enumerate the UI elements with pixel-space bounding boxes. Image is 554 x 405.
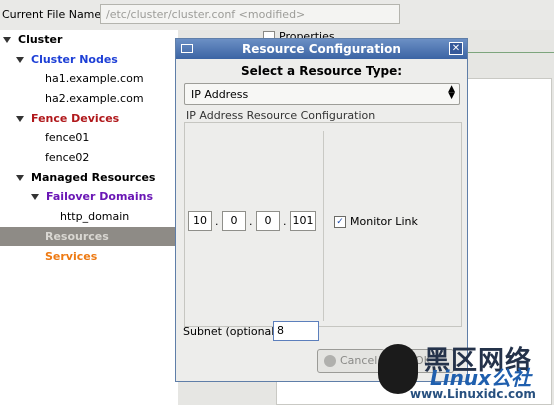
tree-item-label: Failover Domains: [46, 190, 153, 203]
ip-dot: .: [283, 215, 287, 228]
file-name-bar: Current File Name: /etc/cluster/cluster.…: [0, 0, 554, 31]
expand-triangle-icon[interactable]: [3, 37, 11, 43]
monitor-link-checkbox[interactable]: ✓ Monitor Link: [334, 215, 418, 228]
checkmark-icon[interactable]: ✓: [334, 216, 346, 228]
cancel-button-label: Cancel: [340, 354, 378, 367]
tree-item-failover-domains[interactable]: Failover Domains: [31, 187, 153, 206]
ip-config-group-label: IP Address Resource Configuration: [184, 109, 378, 122]
tree-item-resources[interactable]: Resources: [0, 227, 178, 246]
tree-item-fence02[interactable]: fence02: [45, 148, 89, 167]
ip-dot: .: [215, 215, 219, 228]
tree-item-node-ha1[interactable]: ha1.example.com: [45, 69, 144, 88]
site-watermark: 黑区网络 Linux公社 www.Linuxidc.com: [378, 340, 554, 405]
tree-item-cluster[interactable]: Cluster: [3, 30, 62, 49]
ip-octet-2-input[interactable]: 0: [222, 211, 246, 231]
tree-item-http-domain[interactable]: http_domain: [60, 207, 129, 226]
tree-item-node-ha2[interactable]: ha2.example.com: [45, 89, 144, 108]
subnet-input[interactable]: 8: [273, 321, 319, 341]
ip-octet-4-input[interactable]: 101: [290, 211, 316, 231]
resource-type-select[interactable]: IP Address ▲ ▼: [184, 83, 460, 105]
ip-dot: .: [249, 215, 253, 228]
tree-item-label: ha2.example.com: [45, 92, 144, 105]
file-name-label: Current File Name:: [2, 8, 105, 21]
resource-configuration-dialog: Resource Configuration ✕ Select a Resour…: [175, 38, 468, 382]
cancel-button[interactable]: Cancel: [317, 349, 385, 373]
tree-item-label: Managed Resources: [31, 171, 156, 184]
dialog-titlebar[interactable]: Resource Configuration ✕: [176, 39, 467, 59]
expand-triangle-icon[interactable]: [16, 175, 24, 181]
tree-item-label: fence01: [45, 131, 90, 144]
tree-item-label: ha1.example.com: [45, 72, 144, 85]
tree-item-services[interactable]: Services: [45, 247, 97, 266]
tree-item-label: Fence Devices: [31, 112, 120, 125]
ip-octet-1-input[interactable]: 10: [188, 211, 212, 231]
updown-arrows-icon: ▲ ▼: [448, 84, 455, 101]
monitor-link-label: Monitor Link: [350, 215, 418, 228]
resource-type-heading: Select a Resource Type:: [240, 64, 403, 78]
resource-type-value: IP Address: [191, 88, 249, 101]
group-divider: [323, 131, 324, 321]
tree-item-label: Cluster: [18, 33, 63, 46]
subnet-label: Subnet (optional):: [183, 325, 283, 338]
expand-triangle-icon[interactable]: [16, 57, 24, 63]
cancel-icon: [324, 355, 336, 367]
cluster-tree: Cluster Cluster Nodes ha1.example.com ha…: [0, 30, 178, 405]
watermark-url: www.Linuxidc.com: [410, 387, 536, 401]
tree-item-label: Services: [45, 250, 98, 263]
tree-item-label: Resources: [45, 230, 109, 243]
close-icon[interactable]: ✕: [449, 42, 463, 55]
tree-item-cluster-nodes[interactable]: Cluster Nodes: [16, 50, 118, 69]
tree-item-fence01[interactable]: fence01: [45, 128, 89, 147]
ip-octet-3-input[interactable]: 0: [256, 211, 280, 231]
tree-item-managed-resources[interactable]: Managed Resources: [16, 168, 155, 187]
tree-item-label: Cluster Nodes: [31, 53, 118, 66]
dialog-title: Resource Configuration: [242, 42, 401, 56]
tree-item-fence-devices[interactable]: Fence Devices: [16, 109, 119, 128]
file-name-field: /etc/cluster/cluster.conf <modified>: [100, 4, 400, 24]
expand-triangle-icon[interactable]: [31, 194, 39, 200]
expand-triangle-icon[interactable]: [16, 116, 24, 122]
tree-item-label: http_domain: [60, 210, 130, 223]
tree-item-label: fence02: [45, 151, 90, 164]
